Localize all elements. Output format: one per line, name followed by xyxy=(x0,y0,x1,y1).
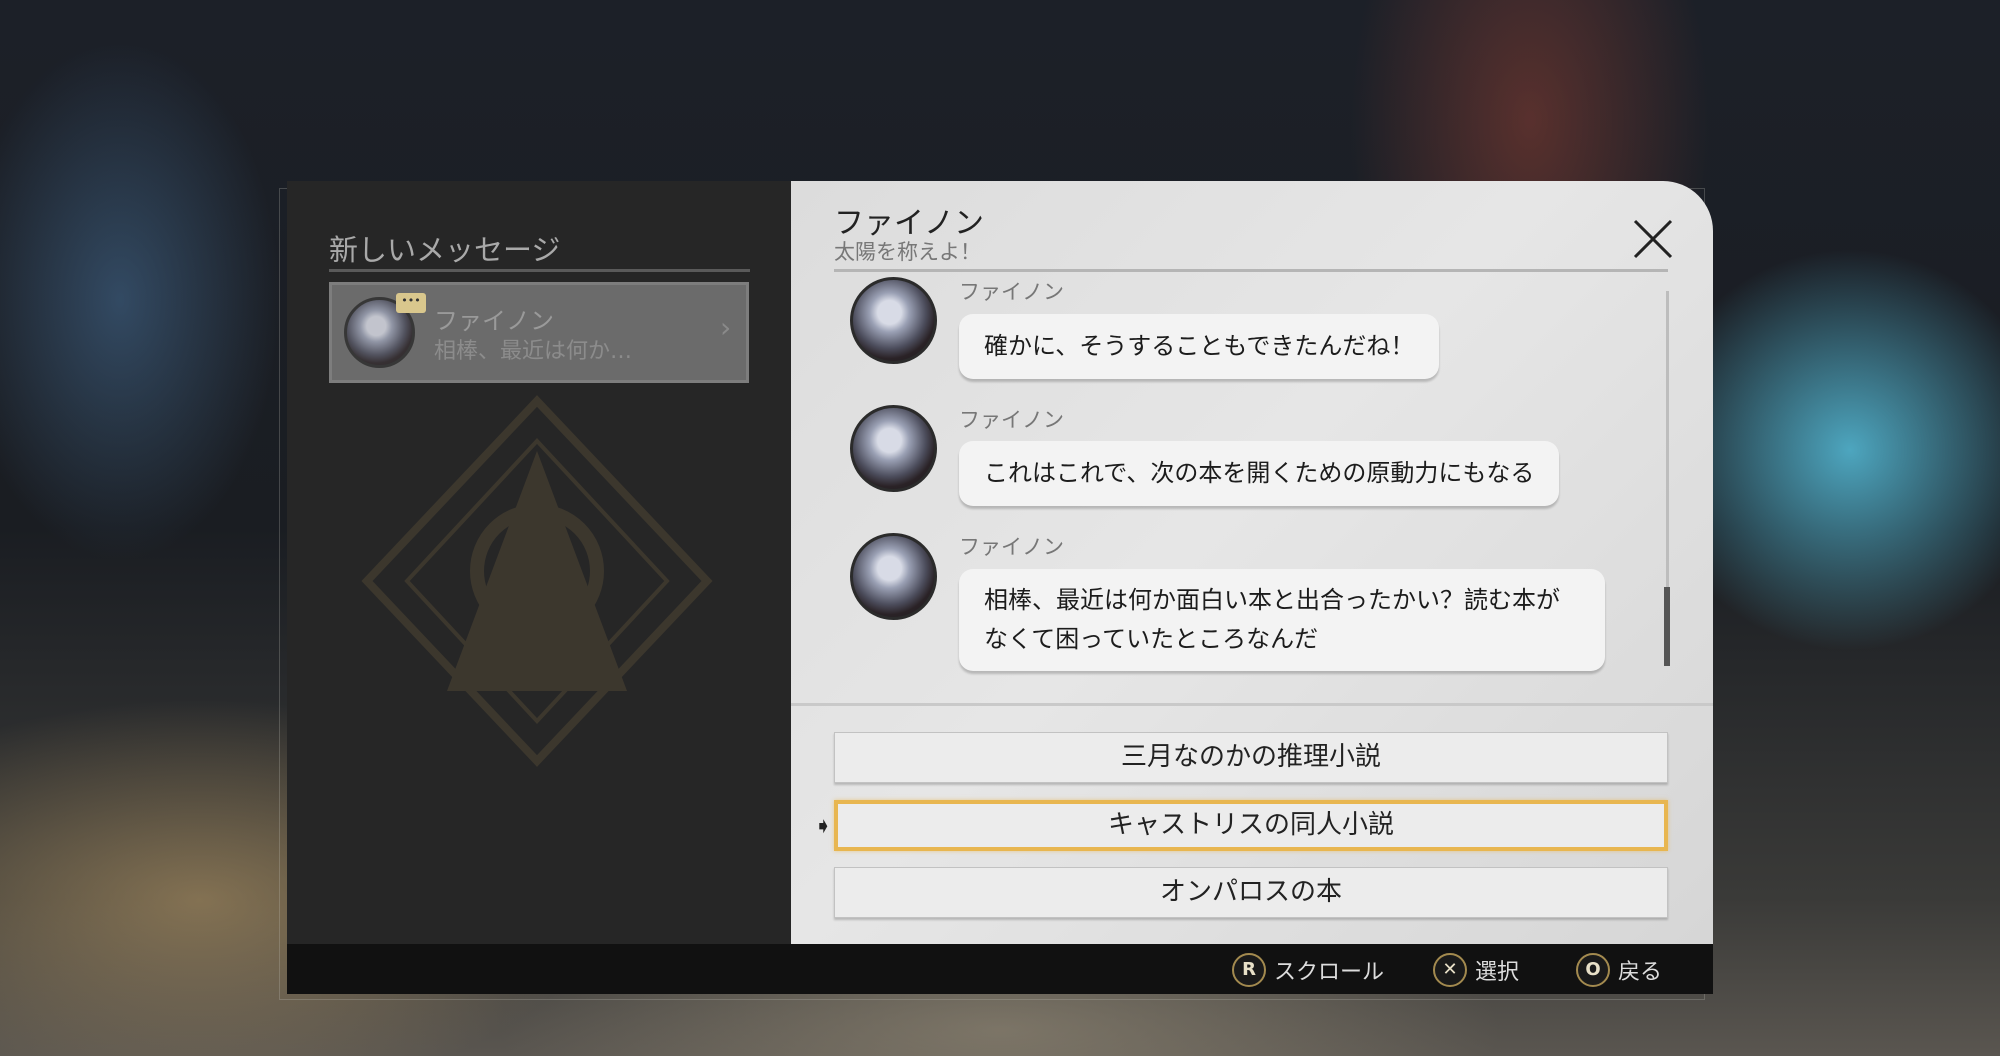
message-sender: ファイノン xyxy=(959,408,1064,432)
scrollbar-thumb[interactable] xyxy=(1664,587,1670,666)
button-hint-bar: R スクロール ✕ 選択 O 戻る xyxy=(287,944,1713,994)
divider xyxy=(834,269,1668,272)
cross-button-icon: ✕ xyxy=(1433,953,1467,987)
hint-label: 選択 xyxy=(1475,960,1520,985)
message-sender: ファイノン xyxy=(959,280,1064,304)
hint-select[interactable]: ✕ 選択 xyxy=(1433,953,1519,987)
chevron-right-icon: › xyxy=(720,311,732,344)
conversation-item[interactable]: ••• ファイノン 相棒、最近は何か… › xyxy=(329,282,749,383)
divider xyxy=(791,703,1713,706)
divider xyxy=(329,269,750,272)
message-list-panel: 新しいメッセージ ••• ファイノン 相棒、最近は何か… › xyxy=(287,181,791,944)
conversation-preview: 相棒、最近は何か… xyxy=(434,339,633,364)
chat-contact-signature: 太陽を称えよ！ xyxy=(834,240,981,264)
reply-option-selected[interactable]: キャストリスの同人小説 xyxy=(834,800,1668,851)
r-stick-icon: R xyxy=(1232,953,1266,987)
message-bubble: 確かに、そうすることもできたんだね！ xyxy=(959,314,1440,379)
chat-panel: ファイノン 太陽を称えよ！ ファイノン 確かに、そうすることもできたんだね！ フ… xyxy=(791,181,1713,944)
circle-button-icon: O xyxy=(1576,953,1610,987)
hint-back[interactable]: O 戻る xyxy=(1576,953,1662,987)
message-bubble: これはこれで、次の本を開くための原動力にもなる xyxy=(959,441,1560,506)
reply-option[interactable]: オンパロスの本 xyxy=(834,867,1668,918)
selection-arrow-icon: ➧ xyxy=(814,814,833,839)
avatar xyxy=(850,405,937,492)
avatar xyxy=(850,277,937,364)
message-sender: ファイノン xyxy=(959,535,1064,559)
unread-badge-icon: ••• xyxy=(396,293,426,313)
message-bubble: 相棒、最近は何か面白い本と出合ったかい？読む本がなくて困っていたところなんだ xyxy=(959,569,1605,671)
emblem-watermark-icon xyxy=(361,395,713,767)
hint-label: 戻る xyxy=(1618,960,1663,985)
avatar xyxy=(850,533,937,620)
hint-label: スクロール xyxy=(1274,960,1385,985)
reply-option[interactable]: 三月なのかの推理小説 xyxy=(834,732,1668,783)
hint-scroll[interactable]: R スクロール xyxy=(1232,953,1384,987)
conversation-name: ファイノン xyxy=(434,307,554,335)
close-icon[interactable] xyxy=(1631,217,1675,261)
list-title: 新しいメッセージ xyxy=(329,233,561,267)
